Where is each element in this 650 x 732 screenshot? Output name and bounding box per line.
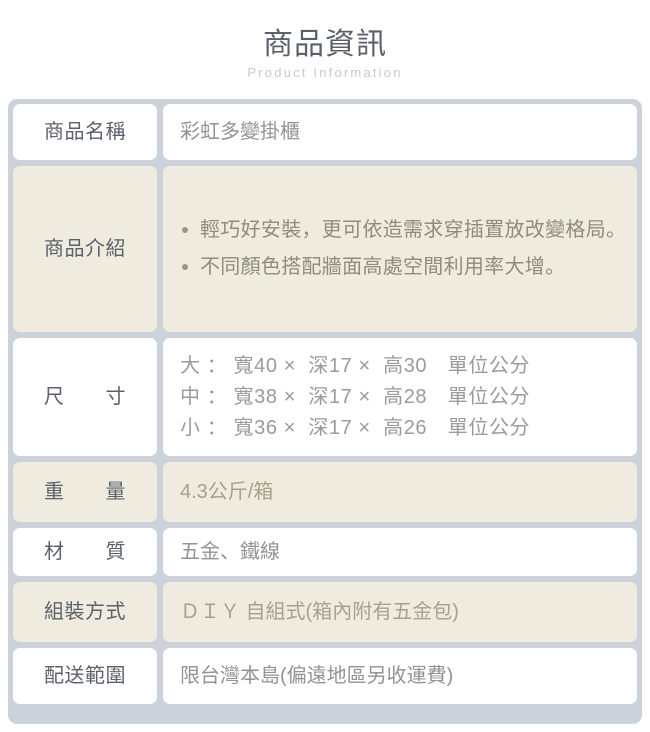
- bullet-dot-icon: [182, 264, 188, 270]
- list-item-text: 不同顏色搭配牆面高處空間利用率大增。: [200, 256, 566, 278]
- page-subtitle: Product Information: [247, 65, 403, 80]
- row-label-weight: 重 量: [13, 462, 157, 522]
- bullet-dot-icon: [182, 227, 188, 233]
- list-item-text: 輕巧好安裝，更可依造需求穿插置放改變格局。: [200, 219, 627, 241]
- row-value-material: 五金、鐵線: [163, 528, 637, 576]
- table-row-product-intro: 商品介紹 輕巧好安裝，更可依造需求穿插置放改變格局。 不同顏色搭配牆面高處空間利…: [10, 163, 640, 335]
- row-value-assembly: ＤＩＹ 自組式(箱內附有五金包): [163, 582, 637, 642]
- table-row-assembly: 組裝方式 ＤＩＹ 自組式(箱內附有五金包): [10, 579, 640, 645]
- row-label-dimensions: 尺 寸: [13, 338, 157, 456]
- row-value-weight: 4.3公斤/箱: [163, 462, 637, 522]
- product-information-page: 商品資訊 Product Information 商品名稱 彩虹多變掛櫃 商品介…: [0, 0, 650, 732]
- table-row-dimensions: 尺 寸 大 ： 寬40 × 深17 × 高30 單位公分 中 ： 寬38 × 深…: [10, 335, 640, 459]
- row-label-shipping: 配送範圍: [13, 648, 157, 704]
- list-item: 不同顏色搭配牆面高處空間利用率大增。: [180, 252, 627, 283]
- table-row-shipping: 配送範圍 限台灣本島(偏遠地區另收運費): [10, 645, 640, 707]
- page-title: 商品資訊: [263, 28, 387, 61]
- row-value-shipping: 限台灣本島(偏遠地區另收運費): [163, 648, 637, 704]
- dimension-line-medium: 中 ： 寬38 × 深17 × 高28 單位公分: [180, 385, 531, 408]
- row-label-product-intro: 商品介紹: [13, 166, 157, 332]
- row-label-product-name: 商品名稱: [13, 104, 157, 160]
- row-label-material: 材 質: [13, 528, 157, 576]
- product-spec-table: 商品名稱 彩虹多變掛櫃 商品介紹 輕巧好安裝，更可依造需求穿插置放改變格局。 不…: [8, 99, 642, 724]
- page-header: 商品資訊 Product Information: [0, 0, 650, 81]
- table-row-product-name: 商品名稱 彩虹多變掛櫃: [10, 101, 640, 163]
- dimension-line-large: 大 ： 寬40 × 深17 × 高30 單位公分: [180, 354, 531, 377]
- row-value-product-name: 彩虹多變掛櫃: [163, 104, 637, 160]
- row-value-dimensions: 大 ： 寬40 × 深17 × 高30 單位公分 中 ： 寬38 × 深17 ×…: [163, 338, 637, 456]
- dimensions-lines: 大 ： 寬40 × 深17 × 高30 單位公分 中 ： 寬38 × 深17 ×…: [180, 351, 627, 444]
- table-row-weight: 重 量 4.3公斤/箱: [10, 459, 640, 525]
- product-intro-bullet-list: 輕巧好安裝，更可依造需求穿插置放改變格局。 不同顏色搭配牆面高處空間利用率大增。: [180, 215, 627, 283]
- row-value-product-intro: 輕巧好安裝，更可依造需求穿插置放改變格局。 不同顏色搭配牆面高處空間利用率大增。: [163, 166, 637, 332]
- row-label-assembly: 組裝方式: [13, 582, 157, 642]
- list-item: 輕巧好安裝，更可依造需求穿插置放改變格局。: [180, 215, 627, 246]
- dimension-line-small: 小 ： 寬36 × 深17 × 高26 單位公分: [180, 416, 531, 439]
- table-row-material: 材 質 五金、鐵線: [10, 525, 640, 579]
